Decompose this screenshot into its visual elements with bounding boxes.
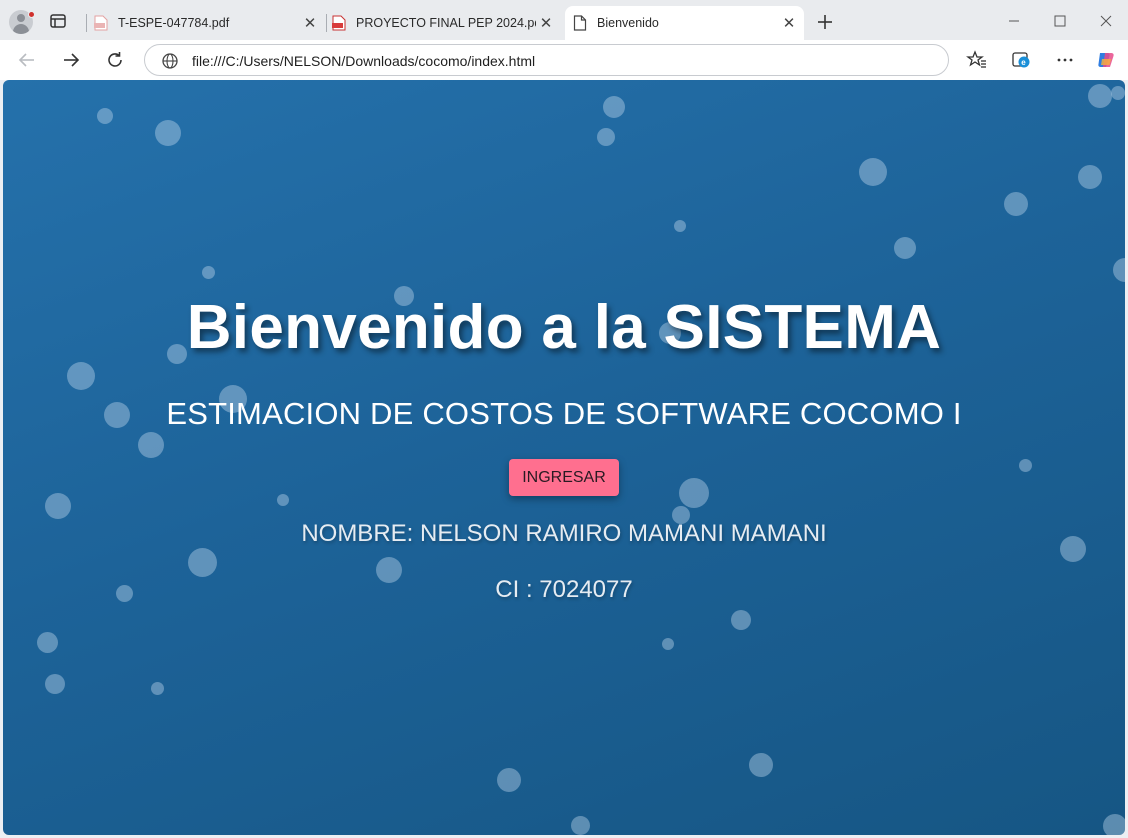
pdf-file-icon bbox=[94, 15, 108, 31]
decorative-bubble bbox=[1019, 459, 1032, 472]
decorative-bubble bbox=[202, 266, 215, 279]
ie-mode-icon[interactable]: e bbox=[1010, 49, 1032, 71]
student-name: NOMBRE: NELSON RAMIRO MAMANI MAMANI bbox=[301, 520, 827, 547]
decorative-bubble bbox=[138, 432, 164, 458]
decorative-bubble bbox=[597, 128, 615, 146]
page-title: Bienvenido a la SISTEMA bbox=[186, 293, 942, 362]
decorative-bubble bbox=[894, 237, 916, 259]
page-subtitle: ESTIMACION DE COSTOS DE SOFTWARE COCOMO … bbox=[166, 396, 962, 431]
tab-actions-icon[interactable] bbox=[48, 11, 68, 31]
decorative-bubble bbox=[155, 120, 181, 146]
decorative-bubble bbox=[45, 674, 65, 694]
decorative-bubble bbox=[603, 96, 625, 118]
decorative-bubble bbox=[67, 362, 95, 390]
pdf-file-icon bbox=[332, 15, 346, 31]
address-bar[interactable]: file:///C:/Users/NELSON/Downloads/cocomo… bbox=[144, 44, 949, 76]
decorative-bubble bbox=[45, 493, 71, 519]
tab-close-icon[interactable]: ✕ bbox=[536, 13, 556, 33]
tab-close-icon[interactable]: ✕ bbox=[779, 13, 799, 33]
decorative-bubble bbox=[674, 220, 686, 232]
page-icon bbox=[573, 15, 587, 31]
globe-icon bbox=[162, 53, 178, 69]
tab-strip: T-ESPE-047784.pdf ✕ PROYECTO FINAL PEP 2… bbox=[0, 0, 1128, 42]
decorative-bubble bbox=[1004, 192, 1028, 216]
ingresar-button[interactable]: INGRESAR bbox=[509, 459, 619, 496]
tab-separator bbox=[86, 14, 87, 32]
decorative-bubble bbox=[97, 108, 113, 124]
decorative-bubble bbox=[571, 816, 590, 835]
student-id: CI : 7024077 bbox=[495, 576, 633, 603]
more-options-icon[interactable] bbox=[1054, 49, 1076, 71]
decorative-bubble bbox=[859, 158, 887, 186]
tab-bienvenido[interactable]: Bienvenido ✕ bbox=[565, 6, 804, 40]
tab-title: PROYECTO FINAL PEP 2024.pdf bbox=[356, 16, 536, 30]
decorative-bubble bbox=[731, 610, 751, 630]
copilot-icon[interactable] bbox=[1095, 49, 1117, 71]
tab-title: T-ESPE-047784.pdf bbox=[118, 16, 230, 30]
decorative-bubble bbox=[188, 548, 217, 577]
new-tab-icon[interactable] bbox=[814, 11, 836, 33]
decorative-bubble bbox=[497, 768, 521, 792]
address-url[interactable]: file:///C:/Users/NELSON/Downloads/cocomo… bbox=[192, 53, 535, 69]
decorative-bubble bbox=[749, 753, 773, 777]
forward-icon[interactable] bbox=[60, 49, 82, 71]
notification-badge bbox=[28, 11, 35, 18]
page-viewport: Bienvenido a la SISTEMA ESTIMACION DE CO… bbox=[3, 80, 1125, 835]
back-icon[interactable] bbox=[16, 49, 38, 71]
svg-text:e: e bbox=[1021, 58, 1026, 67]
tab-title: Bienvenido bbox=[597, 16, 659, 30]
tab-separator bbox=[326, 14, 327, 32]
tab-pdf-2[interactable]: PROYECTO FINAL PEP 2024.pdf ✕ bbox=[330, 6, 560, 40]
decorative-bubble bbox=[1078, 165, 1102, 189]
decorative-bubble bbox=[1088, 84, 1112, 108]
decorative-bubble bbox=[1103, 814, 1125, 835]
decorative-bubble bbox=[277, 494, 289, 506]
decorative-bubble bbox=[151, 682, 164, 695]
decorative-bubble bbox=[1111, 86, 1125, 100]
decorative-bubble bbox=[37, 632, 58, 653]
tab-close-icon[interactable]: ✕ bbox=[300, 13, 320, 33]
refresh-icon[interactable] bbox=[104, 49, 126, 71]
decorative-bubble bbox=[662, 638, 674, 650]
maximize-icon[interactable] bbox=[1049, 10, 1071, 32]
tab-pdf-1[interactable]: T-ESPE-047784.pdf ✕ bbox=[90, 6, 324, 40]
decorative-bubble bbox=[1113, 258, 1125, 282]
minimize-icon[interactable] bbox=[1003, 10, 1025, 32]
close-window-icon[interactable] bbox=[1095, 10, 1117, 32]
favorites-icon[interactable] bbox=[966, 49, 988, 71]
browser-toolbar: file:///C:/Users/NELSON/Downloads/cocomo… bbox=[0, 40, 1128, 80]
decorative-bubble bbox=[679, 478, 709, 508]
